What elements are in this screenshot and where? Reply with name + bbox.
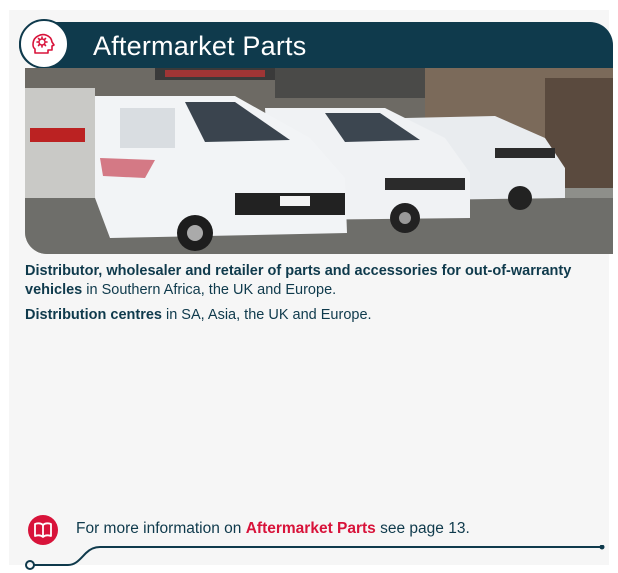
aftermarket-parts-link[interactable]: Aftermarket Parts [246,520,376,537]
description-line-2: Distribution centres in SA, Asia, the UK… [25,306,595,325]
book-icon [28,515,58,545]
description: Distributor, wholesaler and retailer of … [25,262,595,331]
page-title: Aftermarket Parts [93,31,307,61]
more-info-suffix: see page 13. [375,520,470,537]
description-line-2-bold: Distribution centres [25,307,162,323]
description-line-2-rest: in SA, Asia, the UK and Europe. [161,307,372,323]
decorative-rule [25,545,605,570]
more-info-prefix: For more information on [76,520,246,537]
gear-head-icon [19,19,69,69]
van-fleet-photo [25,68,613,254]
more-info-row: For more information on Aftermarket Part… [28,515,608,545]
description-line-1-rest: in Southern Africa, the UK and Europe. [82,282,337,298]
description-line-1: Distributor, wholesaler and retailer of … [25,262,595,300]
more-info-text: For more information on Aftermarket Part… [76,520,470,538]
